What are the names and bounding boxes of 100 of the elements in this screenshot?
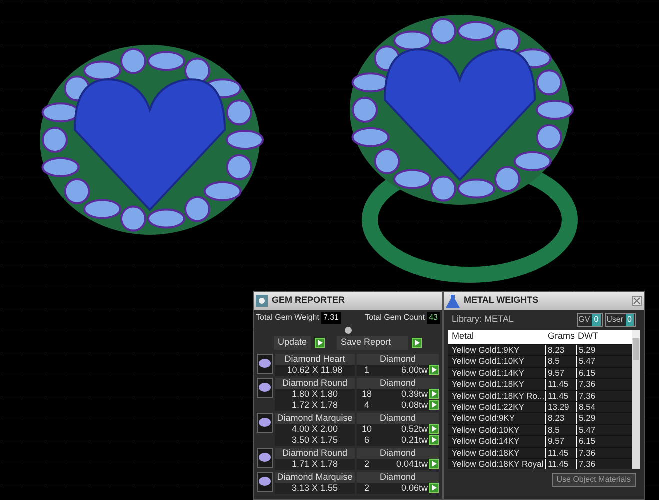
- table-row[interactable]: Yellow Gold1:9KY 8.23 5.29: [448, 345, 632, 356]
- panel-title: GEM REPORTER: [272, 294, 346, 308]
- gem-count: 2: [357, 482, 377, 494]
- gem-count: 1: [357, 364, 377, 376]
- gem-size: 4.00 X 2.00: [275, 424, 355, 434]
- table-cell: Yellow Gold1:9KY: [448, 345, 545, 356]
- table-cell: 8.23: [546, 413, 576, 424]
- table-cell: Yellow Gold1:14KY: [448, 368, 545, 378]
- gem-weight: 6.00tw: [377, 364, 429, 376]
- gem-reporter-icon: [256, 295, 268, 307]
- table-cell: Yellow Gold:18KY: [448, 448, 545, 458]
- table-row[interactable]: Yellow Gold1:18KY 11.45 7.36: [448, 379, 632, 390]
- gem-icon: [259, 477, 271, 486]
- gem-material: Diamond: [357, 354, 439, 364]
- play-icon: [432, 461, 436, 467]
- gem-name: Diamond Heart: [275, 354, 355, 364]
- table-cell: 11.45: [546, 379, 576, 390]
- gem-material: Diamond: [357, 448, 439, 458]
- table-cell: 9.57: [546, 436, 576, 447]
- table-row[interactable]: Yellow Gold1:10KY 8.5 5.47: [448, 356, 632, 367]
- table-cell: 5.47: [577, 424, 632, 436]
- table-cell: 6.15: [577, 436, 632, 447]
- gem-size: 10.62 X 11.98: [275, 364, 355, 376]
- library-label: Library: METAL: [452, 313, 514, 326]
- gem-weight: 0.08tw: [377, 400, 429, 410]
- table-cell: Yellow Gold:18KY Royal: [448, 458, 545, 470]
- collapse-handle[interactable]: [344, 326, 352, 334]
- table-cell: 7.36: [577, 379, 632, 390]
- table-cell: Yellow Gold:14KY: [448, 436, 545, 447]
- flask-icon: [446, 294, 460, 308]
- toggle-button[interactable]: User 0: [604, 313, 636, 327]
- table-cell: 11.45: [546, 448, 576, 458]
- close-icon[interactable]: [632, 296, 642, 306]
- table-cell: 6.15: [577, 368, 632, 378]
- gem-icon: [259, 418, 271, 427]
- gem-name: Diamond Marquise: [275, 472, 355, 482]
- panel-title: METAL WEIGHTS: [464, 294, 539, 308]
- column-header: Metal: [451, 330, 476, 344]
- table-cell: 13.29: [546, 402, 576, 412]
- gem-count: 18: [357, 388, 377, 400]
- gem-weight: 0.52tw: [377, 424, 429, 434]
- gem-count: 4: [357, 400, 377, 410]
- gem-material: Diamond: [357, 412, 439, 424]
- column-header: Grams: [547, 330, 576, 344]
- table-row[interactable]: Yellow Gold:10KY 8.5 5.47: [448, 424, 632, 436]
- table-row[interactable]: Yellow Gold:18KY Royal 11.45 7.36: [448, 458, 632, 470]
- table-cell: 8.5: [546, 356, 576, 367]
- gem-size: 1.72 X 1.78: [275, 400, 355, 410]
- gem-count: 10: [357, 424, 377, 434]
- table-cell: 8.23: [546, 345, 576, 356]
- total-count-value: 43: [427, 312, 440, 324]
- gem-weight: 0.06tw: [377, 482, 429, 494]
- gem-name: Diamond Round: [275, 378, 355, 388]
- play-icon: [432, 367, 436, 373]
- gem-material: Diamond: [357, 472, 439, 482]
- table-row[interactable]: Yellow Gold:18KY 11.45 7.36: [448, 448, 632, 458]
- table-cell: 5.29: [577, 413, 632, 424]
- table-cell: 5.47: [577, 356, 632, 367]
- toggle-button[interactable]: GV 0: [576, 313, 603, 327]
- scroll-thumb[interactable]: [633, 338, 639, 360]
- total-count-label: Total Gem Count: [365, 312, 426, 324]
- gem-count: 2: [357, 458, 377, 470]
- gem-weight: 0.21tw: [377, 434, 429, 446]
- table-cell: 11.45: [546, 390, 576, 401]
- table-row[interactable]: Yellow Gold:9KY 8.23 5.29: [448, 413, 632, 424]
- gem-weight: 0.041tw: [377, 458, 429, 470]
- gem-name: Diamond Marquise: [275, 412, 355, 424]
- gem-icon: [259, 359, 271, 368]
- table-cell: 8.54: [577, 402, 632, 412]
- report-button[interactable]: Update: [274, 336, 312, 350]
- table-row[interactable]: Yellow Gold1:18KY Ro... 11.45 7.36: [448, 390, 632, 401]
- table-cell: Yellow Gold:9KY: [448, 413, 545, 424]
- table-cell: Yellow Gold1:22KY: [448, 402, 545, 412]
- arrow-button[interactable]: [315, 338, 326, 348]
- table-cell: 7.36: [577, 458, 632, 470]
- play-icon: [432, 485, 436, 491]
- table-cell: Yellow Gold:10KY: [448, 424, 545, 436]
- table-cell: 7.36: [577, 390, 632, 401]
- table-row[interactable]: Yellow Gold:14KY 9.57 6.15: [448, 436, 632, 447]
- table-row[interactable]: Yellow Gold1:22KY 13.29 8.54: [448, 402, 632, 412]
- table-cell: 9.57: [546, 368, 576, 378]
- table-row[interactable]: Yellow Gold1:14KY 9.57 6.15: [448, 368, 632, 378]
- table-cell: Yellow Gold1:18KY: [448, 379, 545, 390]
- gem-size: 1.80 X 1.80: [275, 388, 355, 400]
- gem-icon: [259, 383, 271, 392]
- column-header: DWT: [577, 330, 600, 344]
- table-cell: 5.29: [577, 345, 632, 356]
- table-cell: 11.45: [546, 458, 576, 470]
- table-cell: Yellow Gold1:18KY Ro...: [448, 390, 545, 401]
- table-cell: Yellow Gold1:10KY: [448, 356, 545, 367]
- scrollbar[interactable]: [632, 330, 640, 470]
- play-icon: [318, 340, 323, 346]
- use-object-materials-button[interactable]: Use Object Materials: [552, 473, 636, 488]
- arrow-button[interactable]: [412, 338, 422, 348]
- gem-count: 6: [357, 434, 377, 446]
- table-cell: 7.36: [577, 448, 632, 458]
- gem-icon: [259, 453, 271, 462]
- report-button[interactable]: Save Report: [337, 336, 408, 350]
- table-cell: 8.5: [546, 424, 576, 436]
- gem-weight: 0.39tw: [377, 388, 429, 400]
